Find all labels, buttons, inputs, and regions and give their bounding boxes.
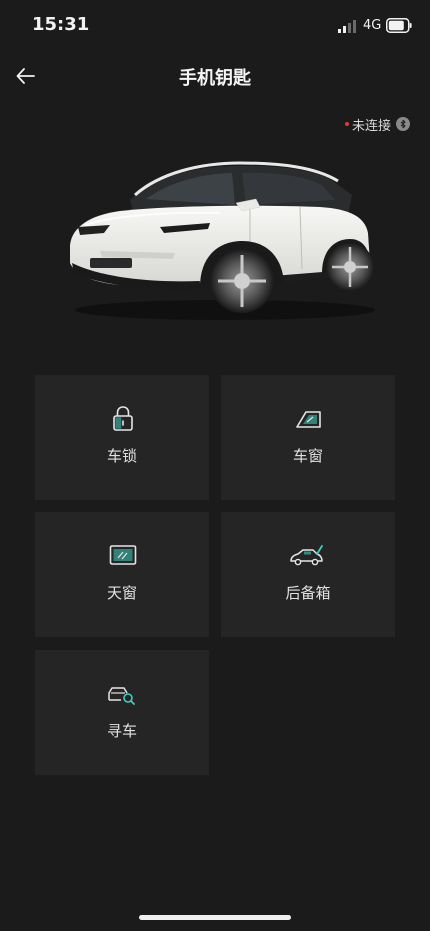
- sunroof-icon: [109, 545, 137, 565]
- tile-label-window: 车窗: [292, 447, 323, 465]
- tile-window[interactable]: 车窗: [221, 375, 395, 500]
- home-indicator[interactable]: [139, 915, 291, 920]
- tile-label-trunk: 后备箱: [285, 584, 331, 602]
- tile-label-find-car: 寻车: [106, 722, 137, 740]
- battery-icon: [386, 18, 412, 33]
- tile-sunroof[interactable]: 天窗: [35, 512, 209, 637]
- status-bar: 15:31 4G: [0, 0, 430, 52]
- bluetooth-icon: [396, 117, 410, 131]
- phone-key-screen: 15:31 4G 手机钥匙 未连接 车锁 车窗 天窗 后备箱 寻车: [0, 0, 430, 931]
- tile-lock[interactable]: 车锁: [35, 375, 209, 500]
- car-image: [70, 161, 375, 320]
- tile-label-lock: 车锁: [106, 447, 137, 465]
- find-car-icon: [108, 687, 135, 705]
- trunk-icon: [290, 545, 323, 566]
- connection-text: 未连接: [351, 118, 391, 134]
- connection-status: 未连接: [344, 115, 410, 134]
- tile-label-sunroof: 天窗: [106, 584, 137, 602]
- car-window-icon: [296, 411, 321, 428]
- tile-trunk[interactable]: 后备箱: [221, 512, 395, 637]
- lock-icon: [113, 406, 133, 431]
- signal-icon: [338, 20, 356, 33]
- status-dot: [344, 122, 349, 126]
- page-title: 手机钥匙: [179, 68, 251, 89]
- tile-find-car[interactable]: 寻车: [35, 650, 209, 775]
- network-type: 4G: [363, 18, 382, 33]
- status-time: 15:31: [32, 14, 90, 35]
